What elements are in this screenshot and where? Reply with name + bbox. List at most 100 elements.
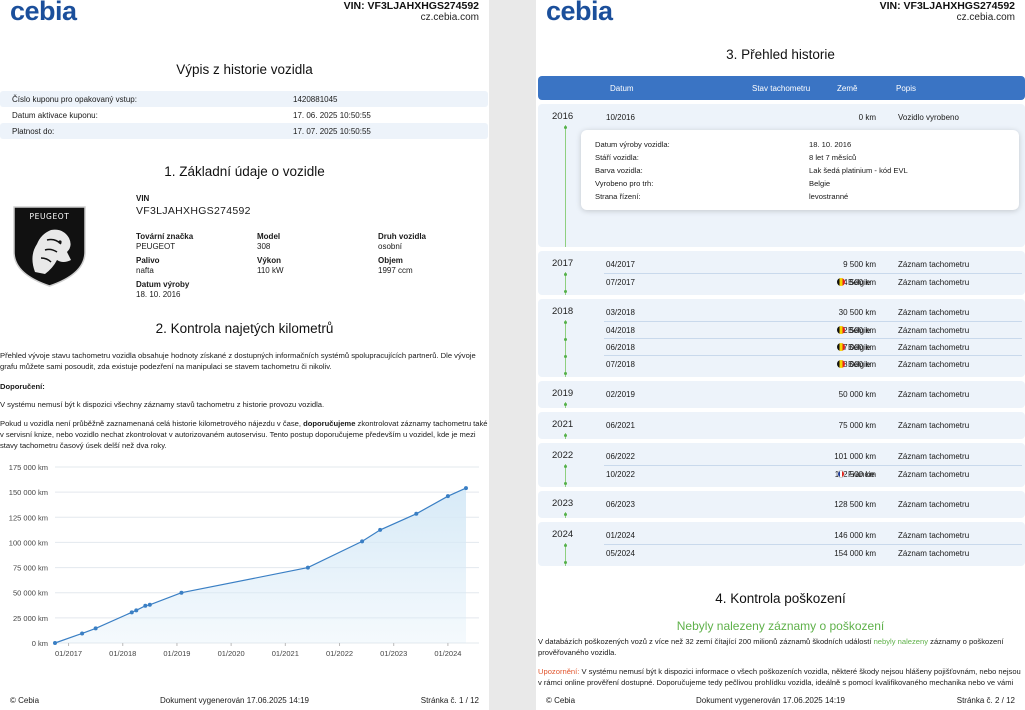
col-country: Země [837, 84, 858, 93]
header-vin: VIN: VF3LJAHXHGS274592 [343, 0, 479, 12]
odometer-area [55, 488, 466, 643]
history-odometer: 30 500 km [838, 308, 876, 317]
badge-brand-text: PEUGEOT [30, 212, 70, 221]
detail-value: nafta [136, 266, 154, 275]
flag-be-icon [837, 278, 845, 286]
x-tick-label: 01/2019 [163, 649, 190, 658]
history-row: 07/2017 14 500 km Belgie Záznam tachometru [604, 273, 1022, 290]
history-year-group: 2019 02/2019 50 000 km Záznam tachometru [538, 381, 1025, 408]
timeline-dot [564, 544, 567, 547]
history-description: Záznam tachometru [898, 500, 970, 509]
card-label: Stáří vozidla: [595, 153, 639, 162]
detail-label: Tovární značka [136, 232, 194, 241]
cebia-logo: cebia [10, 0, 77, 26]
vin-block: VIN VF3LJAHXHGS274592 [136, 194, 486, 217]
history-year: 2021 [552, 419, 574, 430]
card-value: Lak šedá platinium - kód EVL [809, 166, 908, 175]
timeline-dot [564, 561, 567, 564]
rec-text-part: Pokud u vozidla není průběžně zaznamenan… [0, 419, 304, 428]
cebia-logo: cebia [546, 0, 613, 26]
history-odometer: 128 500 km [834, 500, 876, 509]
history-row: 02/2019 50 000 km Záznam tachometru [604, 386, 1022, 403]
vehicle-detail: Palivo nafta [136, 256, 257, 276]
header-vin: VIN: VF3LJAHXHGS274592 [879, 0, 1015, 12]
history-row: 10/2022 112 500 km Francie Záznam tachometr… [604, 465, 1022, 482]
detail-value: 1997 ccm [378, 266, 413, 275]
timeline-dot [564, 355, 567, 358]
country-name: Belgie [848, 278, 871, 287]
section-title-history: 3. Přehled historie [726, 47, 835, 62]
history-table-header: Datum Stav tachometru Země Popis [538, 76, 1025, 100]
history-country: Francie [837, 470, 875, 479]
flag-be-icon [837, 343, 845, 351]
history-odometer: 50 000 km [838, 390, 876, 399]
detail-label: Model [257, 232, 281, 241]
odometer-point [93, 626, 98, 631]
history-row: 07/2018 38 000 km Belgie Záznam tachometru [604, 355, 1022, 372]
y-tick-label: 25 000 km [13, 614, 48, 623]
col-odometer: Stav tachometru [752, 84, 811, 93]
coupon-table: Číslo kuponu pro opakovaný vstup: 142088… [0, 91, 488, 139]
coupon-value: 17. 07. 2025 10:50:55 [293, 126, 371, 136]
col-description: Popis [896, 84, 917, 93]
damage-result-title: Nebyly nalezeny záznamy o poškození [676, 619, 885, 633]
card-value: levostranné [809, 192, 849, 201]
timeline-dot [564, 126, 567, 129]
timeline-dot [564, 372, 567, 375]
dmg-text-part: V databázích poškozených vozů z více než… [538, 637, 874, 646]
history-date: 05/2024 [606, 549, 635, 558]
y-tick-label: 125 000 km [9, 513, 48, 522]
detail-label: Druh vozidla [378, 232, 427, 241]
y-tick-label: 175 000 km [9, 463, 48, 472]
x-tick-label: 01/2021 [272, 649, 299, 658]
odometer-point [129, 610, 134, 615]
vehicle-detail: Model 308 [257, 232, 378, 252]
detail-label: Datum výroby [136, 280, 190, 289]
y-tick-label: 75 000 km [13, 564, 48, 573]
warning-label: Upozornění: [538, 667, 580, 676]
detail-label: Výkon [257, 256, 282, 265]
history-description: Záznam tachometru [898, 470, 970, 479]
history-date: 07/2018 [606, 360, 635, 369]
y-tick-label: 50 000 km [13, 589, 48, 598]
history-row: 04/2017 9 500 km Záznam tachometru [604, 256, 1022, 273]
history-country: Belgie [837, 278, 870, 287]
page-footer: © Cebia Dokument vygenerován 17.06.2025 … [536, 696, 1025, 708]
history-country: Belgie [837, 343, 870, 352]
history-odometer: 146 000 km [834, 531, 876, 540]
header-site-link[interactable]: cz.cebia.com [880, 12, 1015, 23]
rec-text-emphasis: doporučujeme [303, 419, 356, 428]
vehicle-detail: Objem 1997 ccm [378, 256, 489, 276]
recommendation-text: V systému nemusí být k dispozici všechny… [0, 400, 325, 409]
history-date: 06/2018 [606, 343, 635, 352]
coupon-row: Číslo kuponu pro opakovaný vstup: 142088… [0, 91, 488, 107]
history-year: 2023 [552, 498, 574, 509]
history-country: Belgie [837, 360, 870, 369]
history-odometer: 75 000 km [838, 421, 876, 430]
header-site-link[interactable]: cz.cebia.com [344, 12, 479, 23]
card-label: Datum výroby vozidla: [595, 140, 670, 149]
card-label: Vyrobeno pro trh: [595, 179, 654, 188]
section-title-odometer: 2. Kontrola najetých kilometrů [155, 321, 334, 336]
history-description: Záznam tachometru [898, 390, 970, 399]
history-date: 10/2022 [606, 470, 635, 479]
coupon-label: Platnost do: [12, 126, 55, 136]
detail-value: 18. 10. 2016 [136, 290, 181, 299]
timeline-dot [564, 465, 567, 468]
section-title-damage: 4. Kontrola poškození [715, 591, 846, 606]
footer-generated: Dokument vygenerován 17.06.2025 14:19 [696, 696, 845, 705]
history-date: 04/2017 [606, 260, 635, 269]
odometer-point [179, 590, 184, 595]
history-row: 01/2024 146 000 km Záznam tachometru [604, 527, 1022, 544]
history-year: 2024 [552, 529, 574, 540]
card-value: 8 let 7 měsíců [809, 153, 857, 162]
timeline-dot [564, 403, 567, 406]
recommendation-detail-text: Pokud u vozidla není průběžně zaznamenan… [0, 418, 489, 451]
history-row: 05/2024 154 000 km Záznam tachometru [604, 544, 1022, 561]
history-year: 2018 [552, 306, 574, 317]
section-title-basic-info: 1. Základní údaje o vozidle [164, 164, 325, 179]
history-row: 06/2022 101 000 km Záznam tachometru [604, 448, 1022, 465]
page-title: Výpis z historie vozidla [176, 62, 313, 77]
history-date: 07/2017 [606, 278, 635, 287]
detail-label: Palivo [136, 256, 160, 265]
